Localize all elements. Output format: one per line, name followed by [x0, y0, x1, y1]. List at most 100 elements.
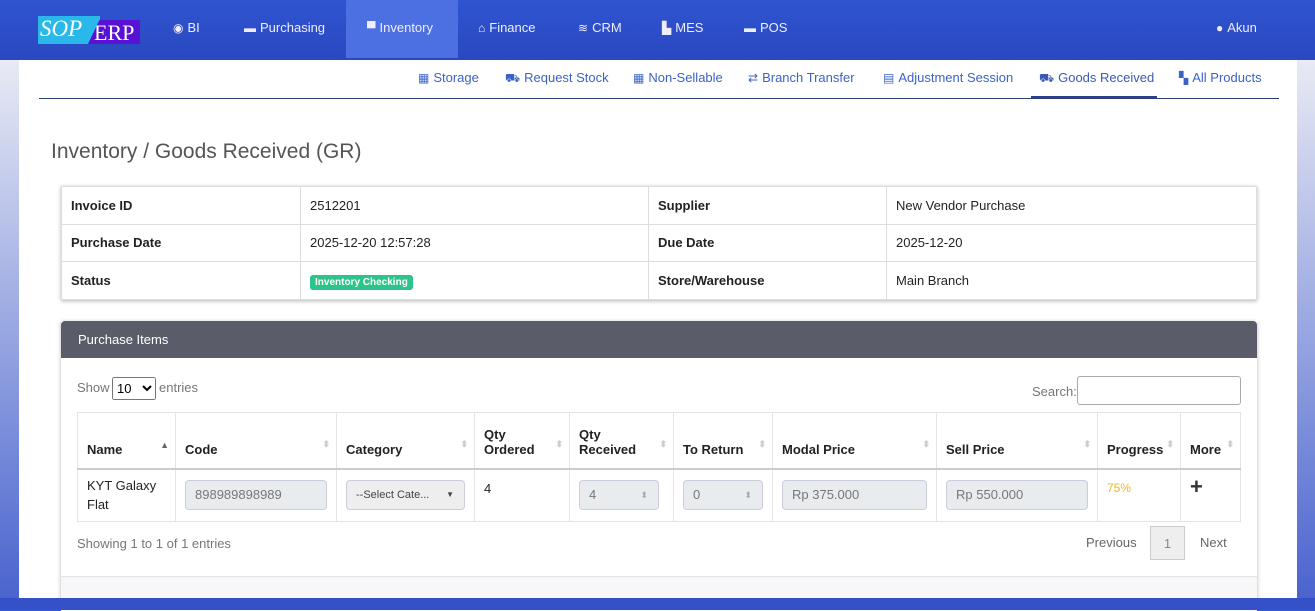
- category-cell: --Select Cate... ▼: [336, 468, 475, 522]
- code-cell: 898989898989: [175, 468, 337, 522]
- label: Supplier: [648, 186, 887, 225]
- subnav-non-sellable[interactable]: ▦ Non-Sellable: [633, 70, 723, 98]
- invoice-id: 2512201: [300, 186, 649, 225]
- nav-crm[interactable]: ≋ CRM: [578, 0, 622, 58]
- col-progress[interactable]: Progress ⬍: [1097, 412, 1181, 470]
- due-date: 2025-12-20: [886, 223, 1257, 262]
- sort-asc-icon: ▲: [160, 439, 169, 450]
- subnav-goods-received[interactable]: ⛟ Goods Received: [1031, 70, 1157, 98]
- col-to-return[interactable]: To Return ⬍: [673, 412, 773, 470]
- modal-price-cell: Rp 375.000: [772, 468, 937, 522]
- card-title: Purchase Items: [61, 321, 1257, 358]
- sort-icon: ⬍: [1166, 438, 1174, 449]
- label: Store/Warehouse: [648, 261, 887, 300]
- calendar-icon: ▦: [418, 71, 430, 85]
- box-icon: ▀: [367, 21, 376, 35]
- supplier: New Vendor Purchase: [886, 186, 1257, 225]
- table-row: KYT Galaxy Flat 898989898989 --Select Ca…: [77, 468, 1241, 522]
- previous-button[interactable]: Previous: [1086, 526, 1137, 560]
- table-info: Showing 1 to 1 of 1 entries: [77, 536, 231, 551]
- nav-label: Finance: [489, 20, 536, 35]
- subnav-request-stock[interactable]: ⛟ Request Stock: [505, 70, 609, 98]
- nav-label: MES: [675, 20, 704, 35]
- label: Status: [61, 261, 301, 300]
- spinner-icon: ⬍: [640, 490, 648, 501]
- col-modal-price[interactable]: Modal Price ⬍: [772, 412, 937, 470]
- sort-icon: ⬍: [460, 438, 468, 449]
- nav-purchasing[interactable]: ▬ Purchasing: [244, 0, 325, 58]
- header-label: Name: [87, 441, 123, 457]
- nav-bi[interactable]: ◉ BI: [173, 0, 200, 58]
- top-navbar: SOP ERP ◉ BI ▬ Purchasing ▀ Inventory ⌂ Finan…: [0, 0, 1315, 60]
- sort-icon: ⬍: [922, 438, 930, 449]
- search-input[interactable]: [1077, 376, 1241, 405]
- nav-label: Inventory: [379, 20, 433, 35]
- header-label: Code: [185, 441, 218, 457]
- code-input[interactable]: 898989898989: [185, 480, 327, 511]
- account-label: Akun: [1227, 20, 1257, 35]
- nav-inventory[interactable]: ▀ Inventory: [346, 0, 458, 58]
- subnav-label: Goods Received: [1058, 70, 1155, 85]
- header-label: Qty Received: [579, 426, 637, 457]
- qty-received-input[interactable]: 4 ⬍: [579, 480, 659, 511]
- spinner-icon: ⬍: [744, 490, 752, 501]
- page-shade-right: [1297, 60, 1315, 598]
- col-more[interactable]: More ⬍: [1180, 412, 1241, 470]
- show-label: Show: [77, 380, 110, 395]
- header-label: Progress: [1107, 441, 1164, 457]
- status-cell: Inventory Checking: [300, 261, 649, 300]
- logo[interactable]: SOP ERP: [38, 16, 140, 44]
- bank-icon: ⌂: [478, 21, 486, 35]
- layers-icon: ≋: [578, 21, 589, 35]
- to-return-value: 0: [693, 487, 701, 503]
- subnav-label: Adjustment Session: [898, 70, 1014, 85]
- col-name[interactable]: Name ▲: [77, 412, 176, 470]
- entries-length-select[interactable]: 10: [112, 377, 156, 400]
- store: Main Branch: [886, 261, 1257, 300]
- subnav-label: Storage: [433, 70, 479, 85]
- plus-icon[interactable]: +: [1190, 474, 1203, 499]
- nav-pos[interactable]: ▬ POS: [744, 0, 787, 58]
- col-code[interactable]: Code ⬍: [175, 412, 337, 470]
- subnav-label: Branch Transfer: [762, 70, 855, 85]
- sort-icon: ⬍: [1226, 438, 1234, 449]
- header-label: To Return: [683, 441, 744, 457]
- subnav-label: Request Stock: [524, 70, 609, 85]
- nav-label: CRM: [592, 20, 622, 35]
- purchase-date: 2025-12-20 12:57:28: [300, 223, 649, 262]
- col-qty-ordered[interactable]: Qty Ordered ⬍: [474, 412, 570, 470]
- nav-finance[interactable]: ⌂ Finance: [478, 0, 536, 58]
- qty-ordered: 4: [474, 468, 570, 522]
- label: Invoice ID: [61, 186, 301, 225]
- sort-icon: ⬍: [322, 438, 330, 449]
- nav-label: Purchasing: [260, 20, 326, 35]
- category-select[interactable]: --Select Cate... ▼: [346, 480, 465, 511]
- subnav-storage[interactable]: ▦ Storage: [418, 70, 479, 98]
- sort-icon: ⬍: [555, 438, 563, 449]
- modal-price-input[interactable]: Rp 375.000: [782, 480, 927, 511]
- subnav-branch-transfer[interactable]: ⇄ Branch Transfer: [748, 70, 855, 98]
- nav-account[interactable]: ● Akun: [1216, 0, 1257, 58]
- col-sell-price[interactable]: Sell Price ⬍: [936, 412, 1098, 470]
- next-button[interactable]: Next: [1200, 526, 1227, 560]
- col-qty-received[interactable]: Qty Received ⬍: [569, 412, 674, 470]
- entries-label: entries: [159, 380, 199, 395]
- to-return-input[interactable]: 0 ⬍: [683, 480, 763, 511]
- subnav-label: All Products: [1192, 70, 1262, 85]
- register-icon: ▬: [744, 21, 756, 35]
- header-label: Category: [346, 441, 403, 457]
- col-category[interactable]: Category ⬍: [336, 412, 475, 470]
- page-1-button[interactable]: 1: [1150, 526, 1185, 560]
- nav-mes[interactable]: ▙ MES: [662, 0, 703, 58]
- bottom-bar: [0, 598, 1315, 610]
- subnav-divider: [39, 98, 1279, 99]
- subnav-all-products[interactable]: ▚ All Products: [1179, 70, 1262, 98]
- truck-icon: ⛟: [1039, 71, 1055, 85]
- more-cell: +: [1180, 468, 1241, 522]
- nav-label: POS: [760, 20, 788, 35]
- items-table: Name ▲ Code ⬍ Category ⬍ Qty Ordered ⬍ Qty R…: [77, 412, 1241, 522]
- cart-icon: ⛟: [505, 71, 521, 85]
- sort-icon: ⬍: [758, 438, 766, 449]
- subnav-adjustment-session[interactable]: ▤ Adjustment Session: [883, 70, 1013, 98]
- sell-price-input[interactable]: Rp 550.000: [946, 480, 1088, 511]
